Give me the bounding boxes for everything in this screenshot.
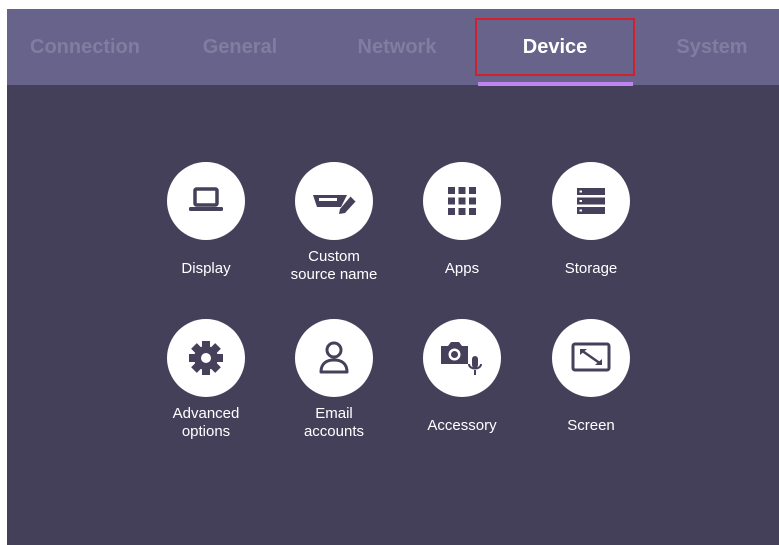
screen-icon-circle [552,319,630,397]
apps-icon-circle [423,162,501,240]
input-pen-icon [313,195,357,214]
tab-bar: Connection General Network Device System [7,9,779,86]
tab-general[interactable]: General [175,9,305,85]
screen-button[interactable]: Screen [526,319,656,449]
camera-mic-icon [441,342,482,375]
custom-source-name-button[interactable]: Custom source name [269,162,399,292]
display-button[interactable]: Display [141,162,271,292]
accessory-button[interactable]: Accessory [397,319,527,449]
email-accounts-label: Email accounts [303,405,365,440]
accessory-label: Accessory [427,417,497,434]
email-accounts-button[interactable]: Email accounts [269,319,399,449]
screen-label: Screen [567,417,615,434]
email-accounts-icon-circle [295,319,373,397]
custom-source-name-label: Custom source name [290,248,378,283]
screen-resize-icon [571,342,611,372]
custom-source-name-icon-circle [295,162,373,240]
laptop-icon [189,187,223,211]
tab-connection[interactable]: Connection [15,9,155,85]
storage-button[interactable]: Storage [526,162,656,292]
apps-label: Apps [444,260,480,277]
advanced-options-icon-circle [167,319,245,397]
apps-button[interactable]: Apps [397,162,527,292]
storage-icon [577,188,605,214]
tab-system[interactable]: System [647,9,777,85]
person-icon [319,341,349,374]
advanced-options-label: Advanced options [172,405,240,440]
accessory-icon-circle [423,319,501,397]
display-label: Display [181,260,231,277]
device-settings-screen: Connection General Network Device System… [7,9,779,545]
storage-label: Storage [564,260,618,277]
tab-network[interactable]: Network [332,9,462,85]
storage-icon-circle [552,162,630,240]
advanced-options-button[interactable]: Advanced options [141,319,271,449]
gear-icon [189,341,223,375]
apps-grid-icon [448,187,476,215]
display-icon-circle [167,162,245,240]
active-tab-underline [478,82,633,86]
active-tab-highlight-box [475,18,635,76]
